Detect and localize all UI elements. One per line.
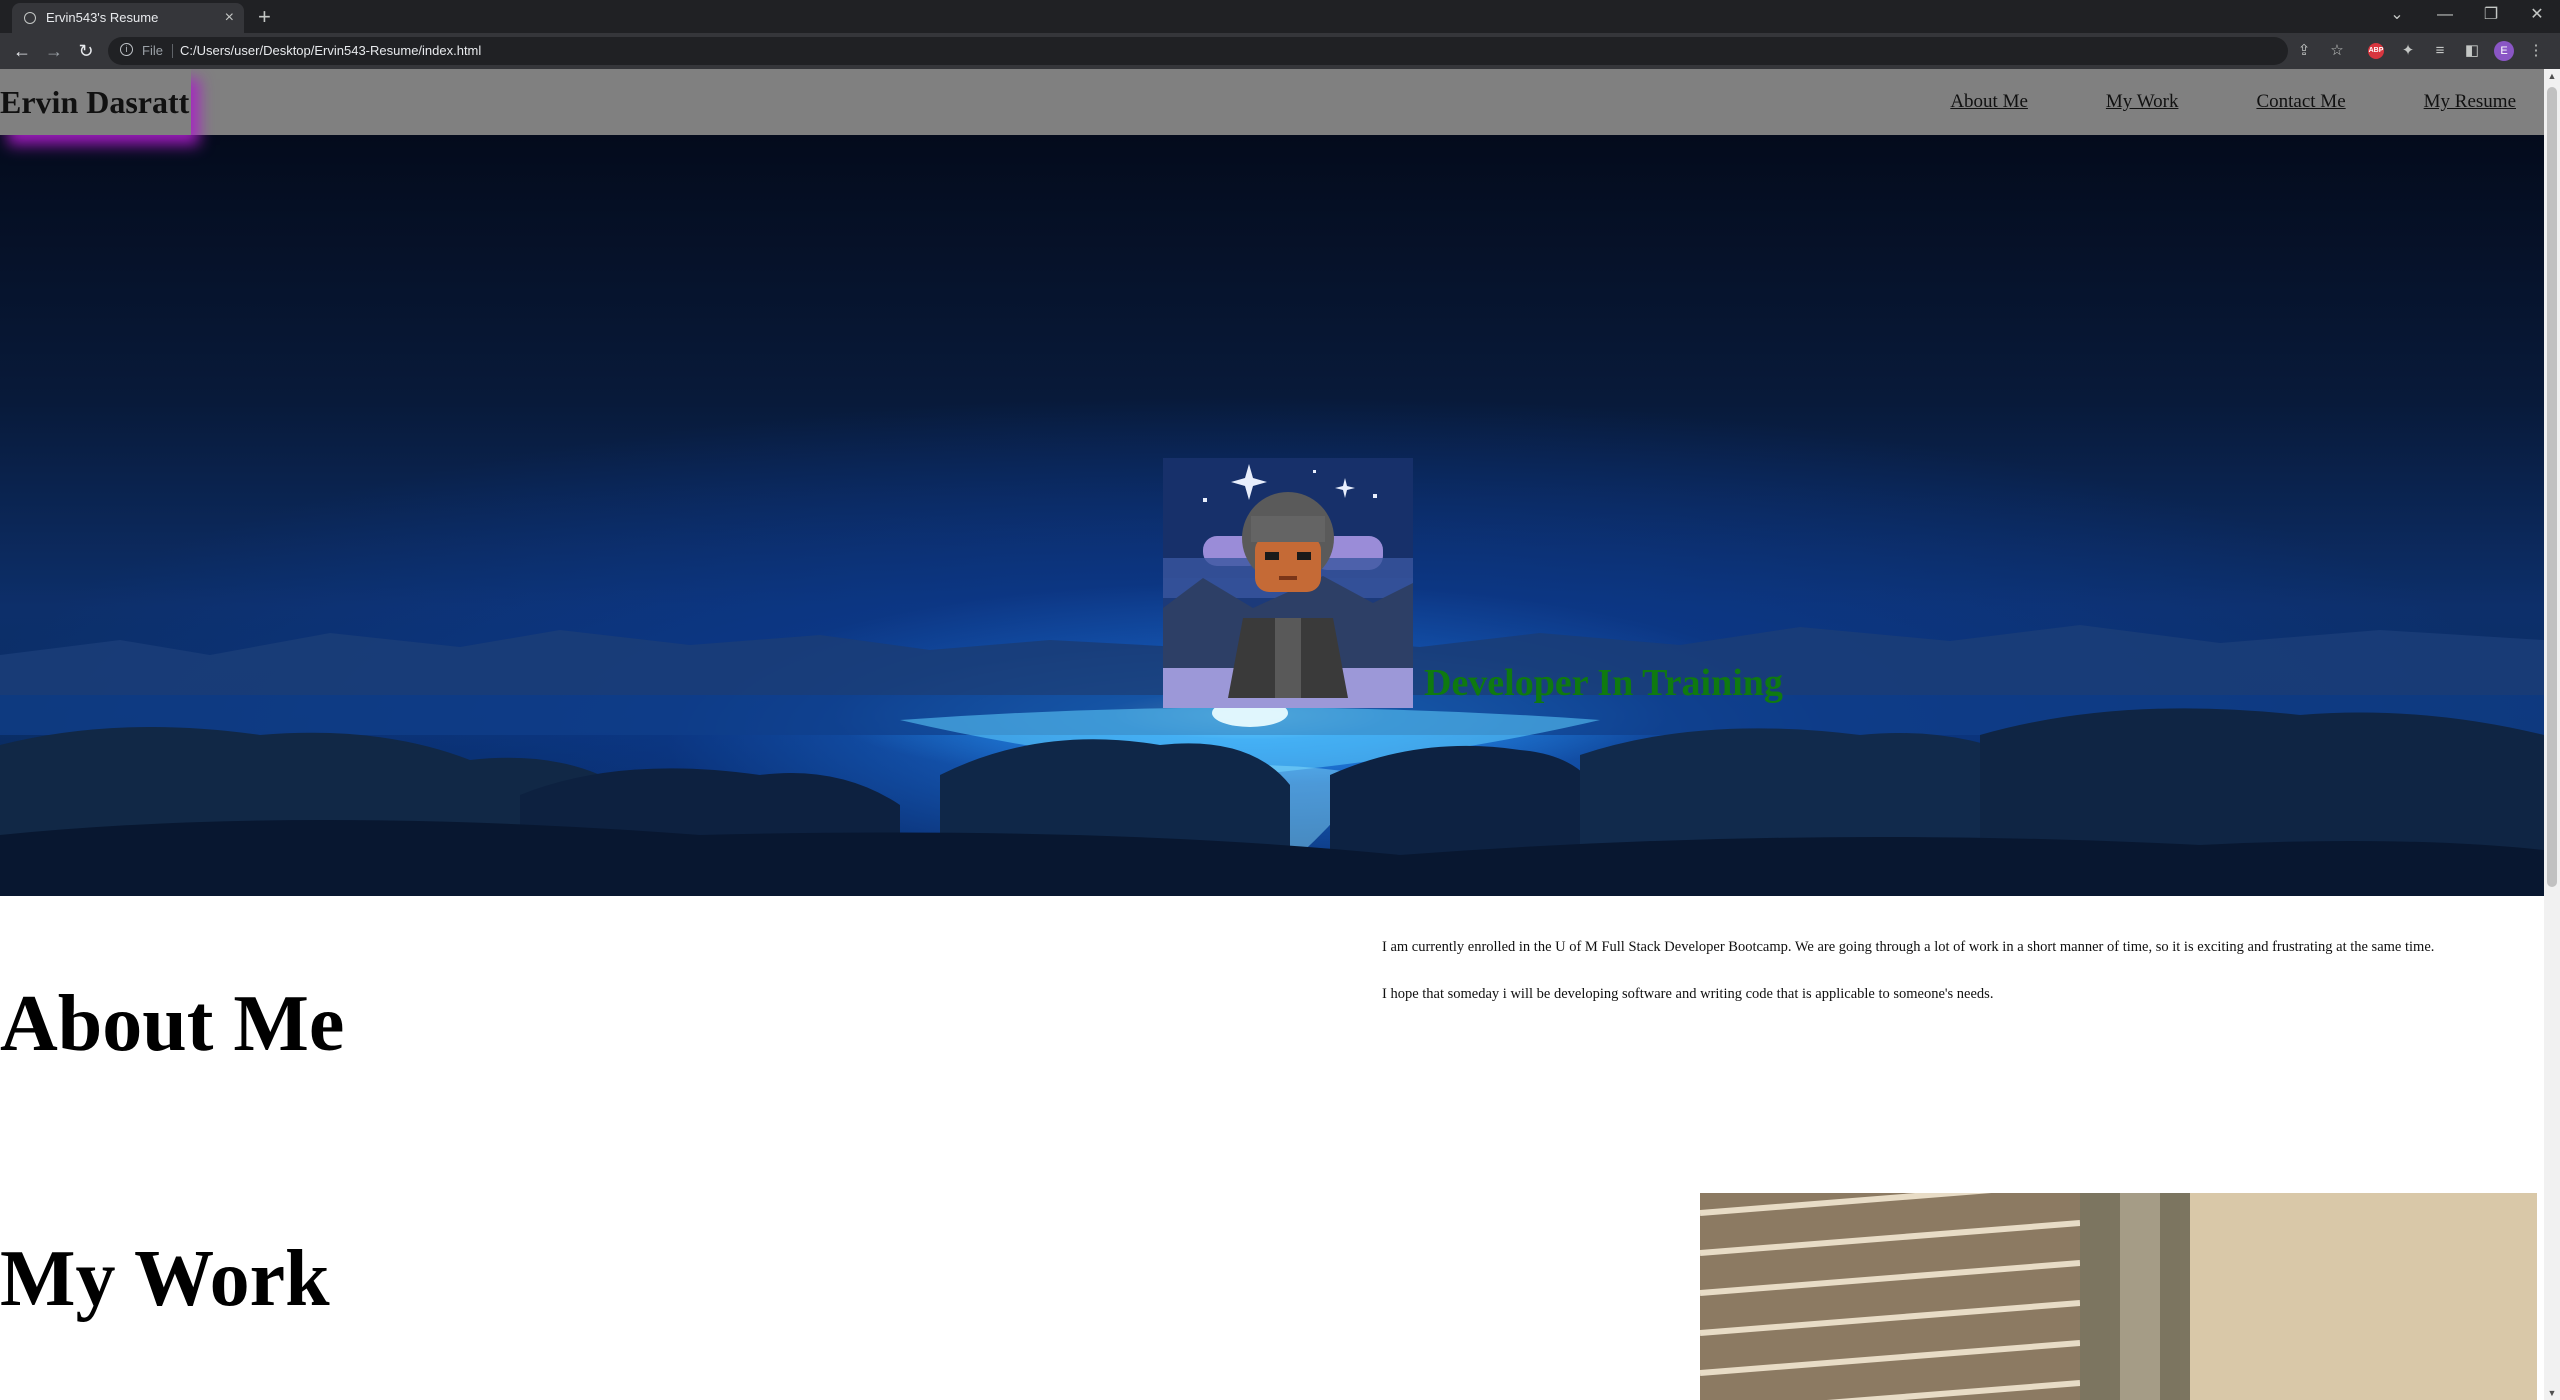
hero-tagline: Developer In Training <box>1424 662 1783 704</box>
address-bar[interactable]: i File C:/Users/user/Desktop/Ervin543-Re… <box>108 37 2288 65</box>
restore-button[interactable]: ❐ <box>2468 0 2514 33</box>
about-me-heading: About Me <box>0 980 345 1068</box>
page-scrollbar[interactable]: ▲ ▼ <box>2544 69 2560 1400</box>
brand-title: Ervin Dasratt <box>0 69 191 135</box>
tab-title: Ervin543's Resume <box>46 10 159 25</box>
reading-list-icon[interactable]: ≡ <box>2430 41 2450 61</box>
adblock-icon[interactable]: ABP <box>2368 43 2384 59</box>
tab-close-icon[interactable]: × <box>225 3 234 33</box>
scroll-up-arrow-icon[interactable]: ▲ <box>2544 71 2560 81</box>
nav-link-contact-me[interactable]: Contact Me <box>2256 91 2345 113</box>
star-icon[interactable]: ☆ <box>2327 41 2347 61</box>
url-scheme-label: File <box>142 43 163 58</box>
browser-toolbar: ← → ↻ i File C:/Users/user/Desktop/Ervin… <box>0 33 2560 69</box>
side-panel-icon[interactable]: ◧ <box>2462 41 2482 61</box>
site-header: Ervin Dasratt About Me My Work Contact M… <box>0 69 2544 135</box>
nav-link-about-me[interactable]: About Me <box>1950 91 2028 113</box>
nav-link-my-resume[interactable]: My Resume <box>2424 91 2516 113</box>
tab-search-chevron-icon[interactable]: ⌄ <box>2374 0 2420 33</box>
close-window-button[interactable]: ✕ <box>2514 0 2560 33</box>
about-paragraph: I hope that someday i will be developing… <box>1382 986 1994 1002</box>
nav-link-my-work[interactable]: My Work <box>2106 91 2179 113</box>
scrollbar-thumb[interactable] <box>2547 87 2557 887</box>
pixel-avatar-image <box>1163 458 1413 708</box>
new-tab-button[interactable]: + <box>258 2 271 32</box>
reload-button[interactable]: ↻ <box>74 39 98 63</box>
scroll-down-arrow-icon[interactable]: ▼ <box>2544 1388 2560 1398</box>
url-text[interactable]: C:/Users/user/Desktop/Ervin543-Resume/in… <box>180 37 481 65</box>
browser-tab-bar: Ervin543's Resume × + ⌄ — ❐ ✕ <box>0 0 2560 33</box>
my-work-heading: My Work <box>0 1235 330 1323</box>
share-icon[interactable]: ⇪ <box>2294 41 2314 61</box>
browser-tab[interactable]: Ervin543's Resume × <box>12 3 244 33</box>
page-viewport: Ervin Dasratt About Me My Work Contact M… <box>0 69 2544 1400</box>
menu-icon[interactable]: ⋮ <box>2526 41 2546 61</box>
about-paragraph: I am currently enrolled in the U of M Fu… <box>1382 939 2435 955</box>
work-project-image <box>1700 1193 2537 1400</box>
extensions-icon[interactable]: ✦ <box>2398 41 2418 61</box>
forward-button[interactable]: → <box>42 39 66 63</box>
about-me-text: I am currently enrolled in the U of M Fu… <box>1382 939 2544 1033</box>
back-button[interactable]: ← <box>10 39 34 63</box>
profile-icon[interactable]: E <box>2494 41 2514 61</box>
url-divider <box>172 44 173 58</box>
minimize-button[interactable]: — <box>2422 0 2468 33</box>
site-nav: About Me My Work Contact Me My Resume <box>1950 69 2516 135</box>
info-icon[interactable]: i <box>120 43 133 56</box>
globe-icon <box>24 12 36 24</box>
